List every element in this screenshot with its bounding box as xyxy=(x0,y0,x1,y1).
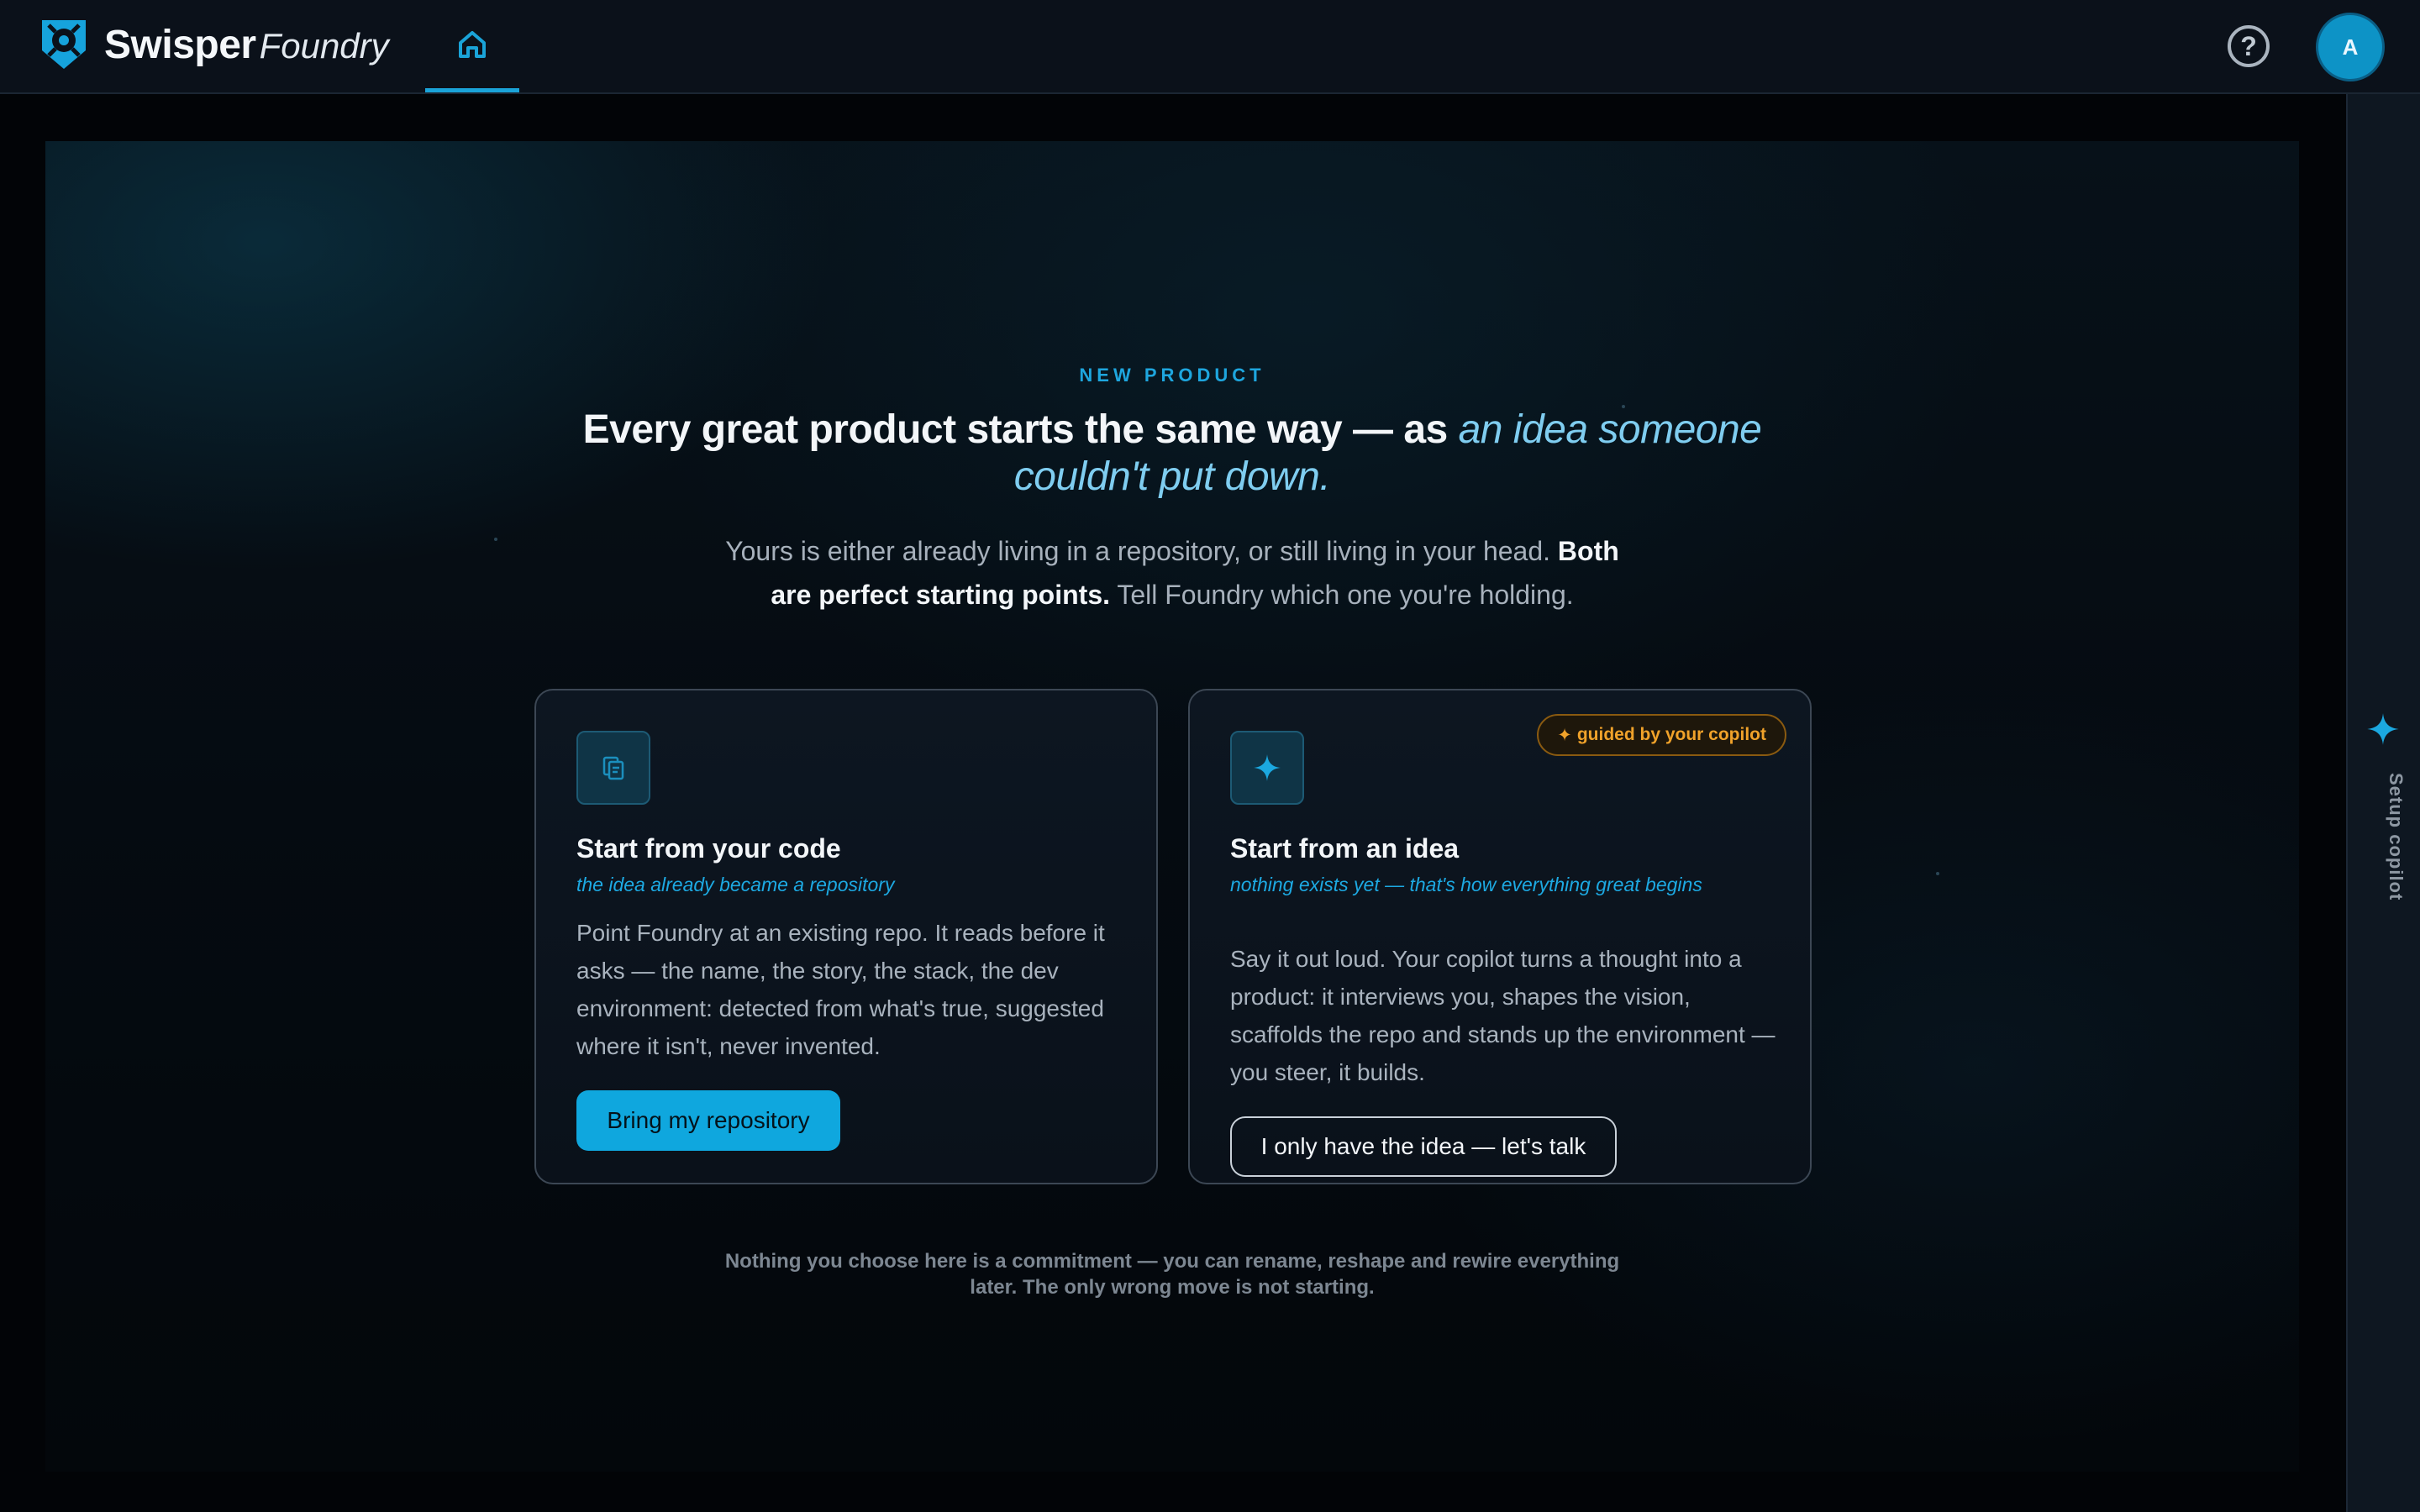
start-from-idea-card[interactable]: ✦ guided by your copilot Start from an id… xyxy=(1188,689,1812,1184)
badge-sparkle-icon: ✦ xyxy=(1557,725,1572,745)
sparkle-icon xyxy=(1230,731,1304,805)
avatar[interactable]: A xyxy=(2318,15,2382,79)
card-description: Say it out loud. Your copilot turns a th… xyxy=(1230,946,1776,1085)
eyebrow-label: NEW PRODUCT xyxy=(1079,365,1265,386)
question-circle-icon: ? xyxy=(2240,30,2257,61)
page-title: Every great product starts the same way … xyxy=(538,407,1807,501)
bring-repository-button[interactable]: Bring my repository xyxy=(576,1090,840,1151)
card-title: Start from an idea xyxy=(1230,833,1460,864)
page-subtitle: Yours is either already living in a repo… xyxy=(706,529,1639,617)
shield-logo-icon xyxy=(42,20,86,69)
card-tagline: the idea already became a repository xyxy=(576,874,895,895)
start-from-idea-button[interactable]: I only have the idea — let's talk xyxy=(1230,1116,1617,1177)
subhead-part-b: Tell Foundry which one you're holding. xyxy=(1110,580,1574,610)
decorative-dot xyxy=(1936,872,1939,875)
decorative-dot xyxy=(494,538,497,541)
brand-name: Swisper xyxy=(104,22,256,67)
nav-home-tab[interactable] xyxy=(425,0,519,92)
repository-icon xyxy=(576,731,650,805)
page: Swisper Foundry ? A NEW PRODUCT Every gr… xyxy=(0,0,2420,1512)
setup-copilot-rail[interactable]: Setup copilot xyxy=(2346,94,2420,1512)
card-tagline: nothing exists yet — that's how everythi… xyxy=(1230,874,1702,895)
help-button[interactable]: ? xyxy=(2228,25,2270,67)
footnote: Nothing you choose here is a commitment … xyxy=(724,1250,1620,1299)
setup-copilot-label: Setup copilot xyxy=(2386,773,2407,901)
subhead-part-a: Yours is either already living in a repo… xyxy=(725,536,1558,566)
copilot-badge: ✦ guided by your copilot xyxy=(1537,714,1786,756)
logo[interactable]: Swisper Foundry xyxy=(39,17,389,72)
card-description: Point Foundry at an existing repo. It re… xyxy=(576,920,1105,1059)
headline-lead: Every great product starts the same way … xyxy=(582,407,1459,452)
sparkle-icon xyxy=(2367,713,2399,745)
start-from-code-card[interactable]: Start from your code the idea already be… xyxy=(534,689,1158,1184)
home-icon xyxy=(459,30,486,58)
top-bar: Swisper Foundry ? A xyxy=(0,0,2420,94)
brand-suffix: Foundry xyxy=(259,25,389,66)
card-title: Start from your code xyxy=(576,833,841,864)
badge-label: guided by your copilot xyxy=(1576,725,1766,744)
